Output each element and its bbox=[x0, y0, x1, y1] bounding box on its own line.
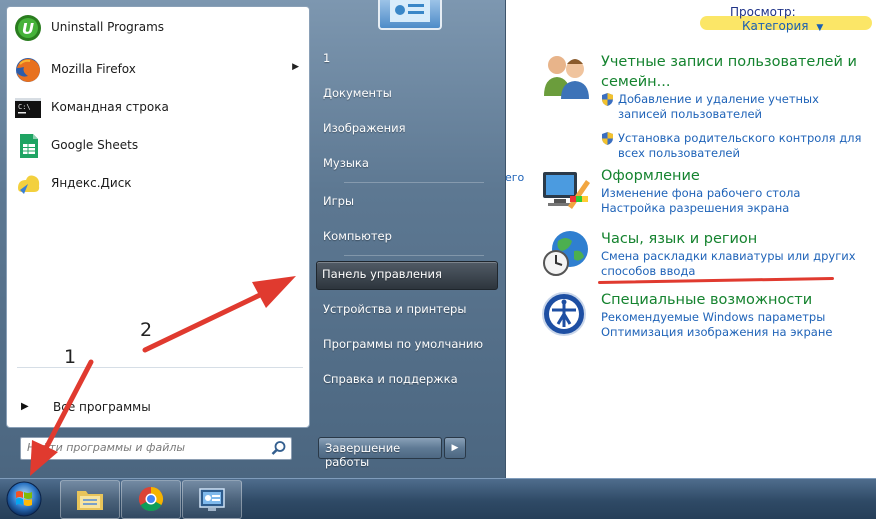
yandex-disk-icon bbox=[18, 175, 40, 194]
places-item-documents[interactable]: Документы bbox=[318, 81, 498, 107]
program-label: Uninstall Programs bbox=[51, 20, 165, 34]
shutdown-options-arrow-icon[interactable]: ▶ bbox=[444, 437, 466, 459]
clipped-text: его bbox=[505, 171, 525, 184]
uninstall-icon: U bbox=[15, 15, 41, 41]
start-button[interactable] bbox=[3, 479, 45, 519]
view-label: Просмотр: bbox=[730, 5, 796, 19]
all-programs-label: Все программы bbox=[53, 400, 151, 414]
category-link[interactable]: Смена раскладки клавиатуры или других сп… bbox=[601, 249, 870, 279]
divider bbox=[344, 182, 484, 183]
category-link[interactable]: Изменение фона рабочего стола bbox=[601, 186, 870, 201]
program-uninstall-programs[interactable]: U Uninstall Programs bbox=[11, 11, 305, 45]
users-icon bbox=[544, 56, 589, 99]
places-item-label: Игры bbox=[323, 194, 355, 208]
program-yandex-disk[interactable]: Яндекс.Диск bbox=[11, 167, 305, 201]
step-number-1: 1 bbox=[64, 346, 77, 368]
program-google-sheets[interactable]: Google Sheets bbox=[11, 129, 305, 163]
accessibility-icon bbox=[542, 292, 586, 336]
places-item-label: Справка и поддержка bbox=[323, 372, 458, 386]
category-user-accounts: Учетные записи пользователей и семейн...… bbox=[540, 52, 876, 162]
shutdown-label: Завершение работы bbox=[325, 441, 401, 469]
sheets-icon bbox=[20, 134, 38, 158]
search-input[interactable] bbox=[21, 438, 267, 457]
shield-icon bbox=[602, 93, 613, 106]
category-link[interactable]: Добавление и удаление учетных записей по… bbox=[601, 92, 870, 122]
taskbar bbox=[0, 478, 876, 519]
svg-text:C:\: C:\ bbox=[18, 103, 31, 111]
category-accessibility: Специальные возможности Рекомендуемые Wi… bbox=[540, 290, 876, 346]
places-item-label: Музыка bbox=[323, 156, 369, 170]
places-item-pictures[interactable]: Изображения bbox=[318, 116, 498, 142]
divider bbox=[344, 255, 484, 256]
divider bbox=[17, 367, 303, 368]
category-title[interactable]: Специальные возможности bbox=[601, 290, 870, 310]
svg-text:U: U bbox=[22, 20, 34, 38]
category-title[interactable]: Учетные записи пользователей и семейн... bbox=[601, 52, 870, 92]
expand-arrow-icon: ▶ bbox=[21, 401, 29, 412]
cmd-icon: C:\ bbox=[15, 98, 41, 118]
places-item-label: Изображения bbox=[323, 121, 406, 135]
taskbar-control-panel[interactable] bbox=[182, 480, 242, 519]
places-item-default-programs[interactable]: Программы по умолчанию bbox=[318, 332, 498, 358]
shutdown-group: Завершение работы ▶ bbox=[318, 437, 466, 469]
start-menu-places-pane: 1 Документы Изображения Музыка Игры Комп… bbox=[314, 0, 504, 478]
chevron-down-icon[interactable]: ▼ bbox=[816, 23, 823, 33]
places-item-label: Документы bbox=[323, 86, 392, 100]
places-item-label: Программы по умолчанию bbox=[323, 337, 484, 351]
chrome-icon bbox=[138, 487, 164, 512]
places-item-help-support[interactable]: Справка и поддержка bbox=[318, 367, 498, 393]
places-item-devices-printers[interactable]: Устройства и принтеры bbox=[318, 297, 498, 323]
shield-icon bbox=[602, 132, 613, 145]
search-icon[interactable] bbox=[271, 440, 287, 456]
category-link[interactable]: Настройка разрешения экрана bbox=[601, 201, 870, 216]
start-menu-programs-pane: U Uninstall Programs Mozilla Firefox ▶ C… bbox=[6, 6, 310, 428]
places-item-label: 1 bbox=[323, 51, 331, 65]
program-mozilla-firefox[interactable]: Mozilla Firefox ▶ bbox=[11, 53, 305, 87]
places-item-label: Устройства и принтеры bbox=[323, 302, 467, 316]
start-menu: U Uninstall Programs Mozilla Firefox ▶ C… bbox=[0, 0, 506, 478]
category-link[interactable]: Оптимизация изображения на экране bbox=[601, 325, 870, 340]
taskbar-explorer[interactable] bbox=[60, 480, 120, 519]
places-item-games[interactable]: Игры bbox=[318, 189, 498, 215]
all-programs-button[interactable]: ▶ Все программы bbox=[11, 397, 305, 419]
category-appearance: Оформление Изменение фона рабочего стола… bbox=[540, 166, 876, 222]
control-panel-icon bbox=[199, 488, 225, 511]
folder-icon bbox=[77, 491, 103, 510]
view-value[interactable]: Категория bbox=[742, 19, 809, 33]
appearance-icon bbox=[543, 172, 590, 209]
category-title[interactable]: Оформление bbox=[601, 166, 870, 186]
category-link[interactable]: Установка родительского контроля для все… bbox=[601, 131, 870, 161]
category-title[interactable]: Часы, язык и регион bbox=[601, 229, 870, 249]
firefox-icon bbox=[16, 58, 40, 82]
places-item-label: Компьютер bbox=[323, 229, 392, 243]
shutdown-button[interactable]: Завершение работы bbox=[318, 437, 442, 469]
program-command-prompt[interactable]: C:\ Командная строка bbox=[11, 91, 305, 125]
taskbar-chrome[interactable] bbox=[121, 480, 181, 519]
step-number-2: 2 bbox=[140, 319, 153, 341]
program-label: Mozilla Firefox bbox=[51, 62, 136, 76]
view-selector[interactable]: Просмотр: Категория ▼ bbox=[730, 5, 876, 33]
places-item-user[interactable]: 1 bbox=[318, 46, 498, 72]
places-item-music[interactable]: Музыка bbox=[318, 151, 498, 177]
submenu-arrow-icon[interactable]: ▶ bbox=[292, 62, 299, 72]
start-search-box[interactable] bbox=[20, 437, 292, 460]
places-item-label: Панель управления bbox=[322, 267, 442, 281]
places-item-computer[interactable]: Компьютер bbox=[318, 224, 498, 250]
program-label: Яндекс.Диск bbox=[51, 176, 132, 190]
program-label: Google Sheets bbox=[51, 138, 139, 152]
category-link[interactable]: Рекомендуемые Windows параметры bbox=[601, 310, 870, 325]
places-item-control-panel[interactable]: Панель управления bbox=[316, 261, 498, 290]
program-label: Командная строка bbox=[51, 100, 169, 114]
globe-clock-icon bbox=[543, 231, 588, 276]
